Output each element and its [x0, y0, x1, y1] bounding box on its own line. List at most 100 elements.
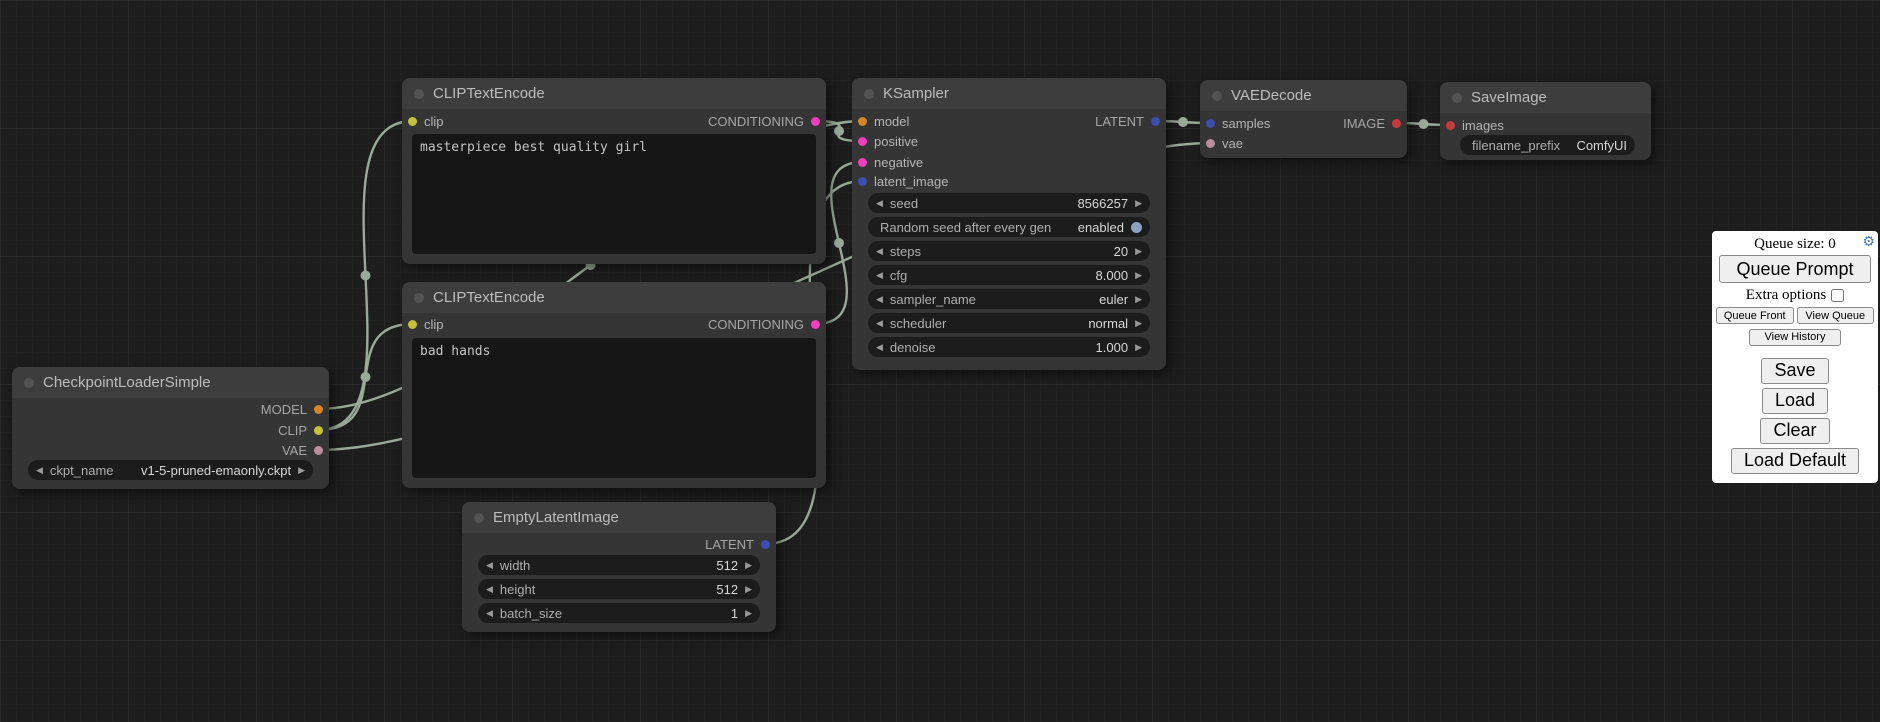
widget-ckpt-name[interactable]: ◀ ckpt_name v1-5-pruned-emaonly.ckpt ▶: [28, 460, 313, 480]
collapse-dot-icon[interactable]: [474, 513, 484, 523]
latent-output-dot-icon[interactable]: [761, 540, 770, 549]
clip-input-dot-icon[interactable]: [408, 117, 417, 126]
decrement-arrow-icon[interactable]: ◀: [876, 295, 883, 304]
load-default-button[interactable]: Load Default: [1731, 448, 1859, 474]
image-output-dot-icon[interactable]: [1392, 119, 1401, 128]
node-title-bar[interactable]: CLIPTextEncode: [402, 78, 826, 109]
input-slot-latent-image[interactable]: latent_image: [858, 171, 948, 191]
widget-filename-prefix[interactable]: filename_prefix ComfyUI: [1460, 135, 1635, 155]
collapse-dot-icon[interactable]: [864, 89, 874, 99]
node-checkpoint-loader-simple[interactable]: CheckpointLoaderSimple MODEL CLIP VAE ◀ …: [12, 367, 329, 489]
increment-arrow-icon[interactable]: ▶: [1135, 199, 1142, 208]
prompt-textarea[interactable]: bad hands: [412, 338, 816, 478]
widget-cfg[interactable]: ◀ cfg 8.000 ▶: [868, 265, 1150, 285]
increment-arrow-icon[interactable]: ▶: [1135, 295, 1142, 304]
decrement-arrow-icon[interactable]: ◀: [36, 466, 43, 475]
model-input-dot-icon[interactable]: [858, 117, 867, 126]
image-input-dot-icon[interactable]: [1446, 121, 1455, 130]
output-slot-latent[interactable]: LATENT: [705, 534, 770, 554]
input-slot-model[interactable]: model: [858, 111, 909, 131]
collapse-dot-icon[interactable]: [414, 89, 424, 99]
collapse-dot-icon[interactable]: [1452, 93, 1462, 103]
output-slot-conditioning[interactable]: CONDITIONING: [708, 314, 820, 334]
widget-batch-size[interactable]: ◀ batch_size 1 ▶: [478, 603, 760, 623]
latent-input-dot-icon[interactable]: [1206, 119, 1215, 128]
output-slot-image[interactable]: IMAGE: [1343, 113, 1401, 133]
node-clip-text-encode-negative[interactable]: CLIPTextEncode clip CONDITIONING bad han…: [402, 282, 826, 488]
increment-arrow-icon[interactable]: ▶: [1135, 319, 1142, 328]
toggle-dot-icon[interactable]: [1131, 222, 1142, 233]
clear-button[interactable]: Clear: [1760, 418, 1829, 444]
conditioning-input-dot-icon[interactable]: [858, 158, 867, 167]
latent-input-dot-icon[interactable]: [858, 177, 867, 186]
extra-options-checkbox[interactable]: [1831, 289, 1844, 302]
decrement-arrow-icon[interactable]: ◀: [876, 247, 883, 256]
conditioning-output-dot-icon[interactable]: [811, 320, 820, 329]
collapse-dot-icon[interactable]: [414, 293, 424, 303]
queue-prompt-button[interactable]: Queue Prompt: [1719, 255, 1871, 283]
widget-random-seed-toggle[interactable]: Random seed after every gen enabled: [868, 217, 1150, 237]
input-slot-clip[interactable]: clip: [408, 314, 444, 334]
widget-scheduler[interactable]: ◀ scheduler normal ▶: [868, 313, 1150, 333]
conditioning-input-dot-icon[interactable]: [858, 137, 867, 146]
view-queue-button[interactable]: View Queue: [1797, 307, 1875, 324]
decrement-arrow-icon[interactable]: ◀: [876, 319, 883, 328]
output-slot-vae[interactable]: VAE: [282, 440, 323, 460]
queue-front-button[interactable]: Queue Front: [1716, 307, 1794, 324]
node-vae-decode[interactable]: VAEDecode samples vae IMAGE: [1200, 80, 1407, 158]
input-slot-negative[interactable]: negative: [858, 152, 923, 172]
node-ksampler[interactable]: KSampler model positive negative latent_…: [852, 78, 1166, 370]
decrement-arrow-icon[interactable]: ◀: [876, 343, 883, 352]
clip-input-dot-icon[interactable]: [408, 320, 417, 329]
input-slot-vae[interactable]: vae: [1206, 133, 1243, 153]
input-slot-clip[interactable]: clip: [408, 111, 444, 131]
widget-sampler-name[interactable]: ◀ sampler_name euler ▶: [868, 289, 1150, 309]
node-title-bar[interactable]: EmptyLatentImage: [462, 502, 776, 533]
widget-height[interactable]: ◀ height 512 ▶: [478, 579, 760, 599]
latent-output-dot-icon[interactable]: [1151, 117, 1160, 126]
widget-width[interactable]: ◀ width 512 ▶: [478, 555, 760, 575]
input-slot-samples[interactable]: samples: [1206, 113, 1270, 133]
node-title-bar[interactable]: KSampler: [852, 78, 1166, 109]
widget-steps[interactable]: ◀ steps 20 ▶: [868, 241, 1150, 261]
node-title-bar[interactable]: CLIPTextEncode: [402, 282, 826, 313]
widget-seed[interactable]: ◀ seed 8566257 ▶: [868, 193, 1150, 213]
decrement-arrow-icon[interactable]: ◀: [876, 271, 883, 280]
increment-arrow-icon[interactable]: ▶: [745, 585, 752, 594]
increment-arrow-icon[interactable]: ▶: [1135, 271, 1142, 280]
vae-input-dot-icon[interactable]: [1206, 139, 1215, 148]
output-slot-latent[interactable]: LATENT: [1095, 111, 1160, 131]
node-clip-text-encode-positive[interactable]: CLIPTextEncode clip CONDITIONING masterp…: [402, 78, 826, 264]
load-button[interactable]: Load: [1762, 388, 1828, 414]
decrement-arrow-icon[interactable]: ◀: [486, 561, 493, 570]
settings-gear-icon[interactable]: ⚙: [1862, 234, 1875, 248]
model-output-dot-icon[interactable]: [314, 405, 323, 414]
node-empty-latent-image[interactable]: EmptyLatentImage LATENT ◀ width 512 ▶ ◀ …: [462, 502, 776, 632]
conditioning-output-dot-icon[interactable]: [811, 117, 820, 126]
view-history-button[interactable]: View History: [1749, 329, 1841, 346]
node-graph-canvas[interactable]: CheckpointLoaderSimple MODEL CLIP VAE ◀ …: [0, 0, 1880, 722]
collapse-dot-icon[interactable]: [1212, 91, 1222, 101]
save-button[interactable]: Save: [1761, 358, 1828, 384]
increment-arrow-icon[interactable]: ▶: [745, 609, 752, 618]
decrement-arrow-icon[interactable]: ◀: [486, 585, 493, 594]
input-slot-images[interactable]: images: [1446, 115, 1504, 135]
decrement-arrow-icon[interactable]: ◀: [486, 609, 493, 618]
output-slot-model[interactable]: MODEL: [261, 399, 323, 419]
widget-denoise[interactable]: ◀ denoise 1.000 ▶: [868, 337, 1150, 357]
output-slot-conditioning[interactable]: CONDITIONING: [708, 111, 820, 131]
output-slot-clip[interactable]: CLIP: [278, 420, 323, 440]
clip-output-dot-icon[interactable]: [314, 426, 323, 435]
increment-arrow-icon[interactable]: ▶: [745, 561, 752, 570]
collapse-dot-icon[interactable]: [24, 378, 34, 388]
node-save-image[interactable]: SaveImage images filename_prefix ComfyUI: [1440, 82, 1651, 160]
decrement-arrow-icon[interactable]: ◀: [876, 199, 883, 208]
node-title-bar[interactable]: VAEDecode: [1200, 80, 1407, 111]
input-slot-positive[interactable]: positive: [858, 131, 918, 151]
node-title-bar[interactable]: SaveImage: [1440, 82, 1651, 113]
increment-arrow-icon[interactable]: ▶: [1135, 343, 1142, 352]
increment-arrow-icon[interactable]: ▶: [298, 466, 305, 475]
vae-output-dot-icon[interactable]: [314, 446, 323, 455]
increment-arrow-icon[interactable]: ▶: [1135, 247, 1142, 256]
prompt-textarea[interactable]: masterpiece best quality girl: [412, 134, 816, 254]
